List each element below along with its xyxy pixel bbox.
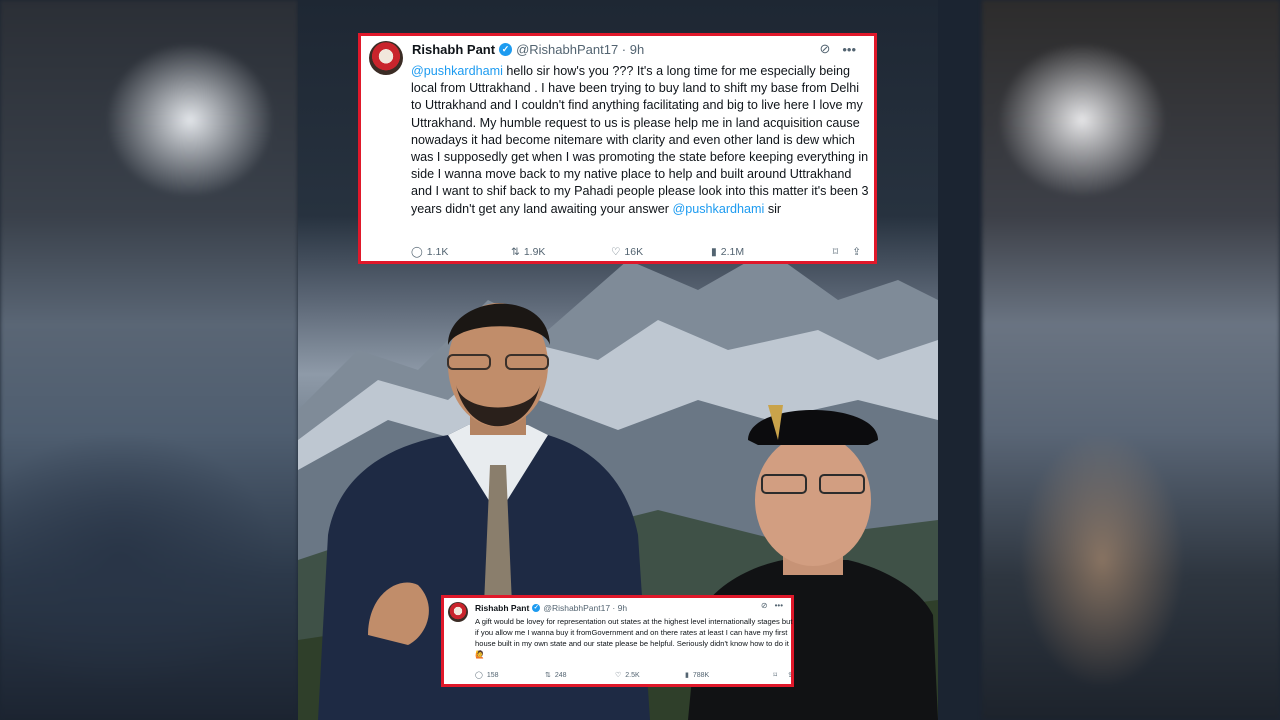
tweet-text: A gift would be lovey for representation… (475, 617, 793, 659)
verified-badge-icon: ✓ (532, 604, 541, 612)
bookmark-icon[interactable]: ⌑ (833, 246, 838, 258)
like-button[interactable]: ♡ 2.5K (615, 671, 685, 680)
like-count: 16K (624, 246, 644, 258)
retweet-button[interactable]: ⇅ 1.9K (511, 246, 611, 258)
retweet-icon: ⇅ (511, 246, 520, 258)
share-icon[interactable]: ⇪ (852, 246, 861, 258)
author-name[interactable]: Rishabh Pant (475, 603, 529, 613)
tweet-text: @pushkardhami hello sir how's you ??? It… (411, 63, 871, 218)
blurred-background-right (982, 0, 1280, 720)
poster: Rishabh Pant ✓ @RishabhPant17 · 9h ⊘ •••… (298, 0, 938, 720)
tweet-actions: ◯ 1.1K ⇅ 1.9K ♡ 16K ▮ 2.1M ⌑ ⇪ (411, 246, 861, 258)
tweet-header-icons: ⊘ ••• (819, 41, 856, 57)
like-button[interactable]: ♡ 16K (611, 246, 711, 258)
reply-icon: ◯ (475, 672, 483, 679)
like-count: 2.5K (625, 671, 640, 679)
share-icon[interactable]: ⇪ (787, 671, 793, 679)
verified-badge-icon: ✓ (499, 43, 513, 56)
tweet-header: Rishabh Pant ✓ @RishabhPant17 · 9h (412, 42, 644, 57)
views-icon: ▮ (685, 672, 689, 679)
like-icon: ♡ (611, 246, 621, 258)
retweet-button[interactable]: ⇅ 248 (545, 671, 615, 680)
views-icon: ▮ (711, 246, 717, 258)
reply-button[interactable]: ◯ 1.1K (411, 246, 511, 258)
reply-count: 1.1K (426, 246, 449, 258)
more-icon[interactable]: ••• (775, 601, 783, 610)
grok-icon[interactable]: ⊘ (761, 601, 768, 610)
author-handle[interactable]: @RishabhPant17 · 9h (516, 42, 644, 57)
tweet-actions: ◯ 158 ⇅ 248 ♡ 2.5K ▮ 788K ⌑ ⇪ (475, 671, 793, 680)
avatar[interactable] (369, 41, 403, 75)
tweet-header-icons: ⊘ ••• (761, 601, 783, 610)
mention-link[interactable]: @pushkardhami (672, 202, 764, 216)
views-button[interactable]: ▮ 788K (685, 671, 755, 680)
retweet-count: 248 (554, 671, 567, 679)
tweet-actions-secondary: ⌑ ⇪ (833, 246, 861, 258)
bookmark-icon[interactable]: ⌑ (774, 671, 778, 679)
tweet-text-main: hello sir how's you ??? It's a long time… (411, 64, 869, 216)
tweet-text-end: sir (764, 201, 782, 216)
views-count: 2.1M (720, 246, 745, 258)
author-name[interactable]: Rishabh Pant (412, 42, 495, 57)
avatar[interactable] (448, 602, 468, 622)
grok-icon[interactable]: ⊘ (819, 41, 830, 57)
views-button[interactable]: ▮ 2.1M (711, 246, 811, 258)
tweet-card-main[interactable]: Rishabh Pant ✓ @RishabhPant17 · 9h ⊘ •••… (358, 33, 877, 264)
blurred-background-left (0, 0, 298, 720)
tweet-card-reply[interactable]: Rishabh Pant ✓ @RishabhPant17 · 9h ⊘ •••… (441, 595, 794, 687)
retweet-count: 1.9K (523, 246, 546, 258)
like-icon: ♡ (615, 672, 622, 679)
more-icon[interactable]: ••• (842, 42, 856, 57)
author-handle[interactable]: @RishabhPant17 · 9h (543, 603, 627, 613)
reply-button[interactable]: ◯ 158 (475, 671, 545, 680)
reply-icon: ◯ (411, 246, 423, 258)
tweet-header: Rishabh Pant ✓ @RishabhPant17 · 9h (475, 603, 627, 613)
views-count: 788K (692, 671, 710, 679)
reply-count: 158 (486, 671, 499, 679)
tweet-actions-secondary: ⌑ ⇪ (774, 671, 793, 679)
retweet-icon: ⇅ (545, 672, 551, 679)
mention-link[interactable]: @pushkardhami (411, 64, 503, 78)
